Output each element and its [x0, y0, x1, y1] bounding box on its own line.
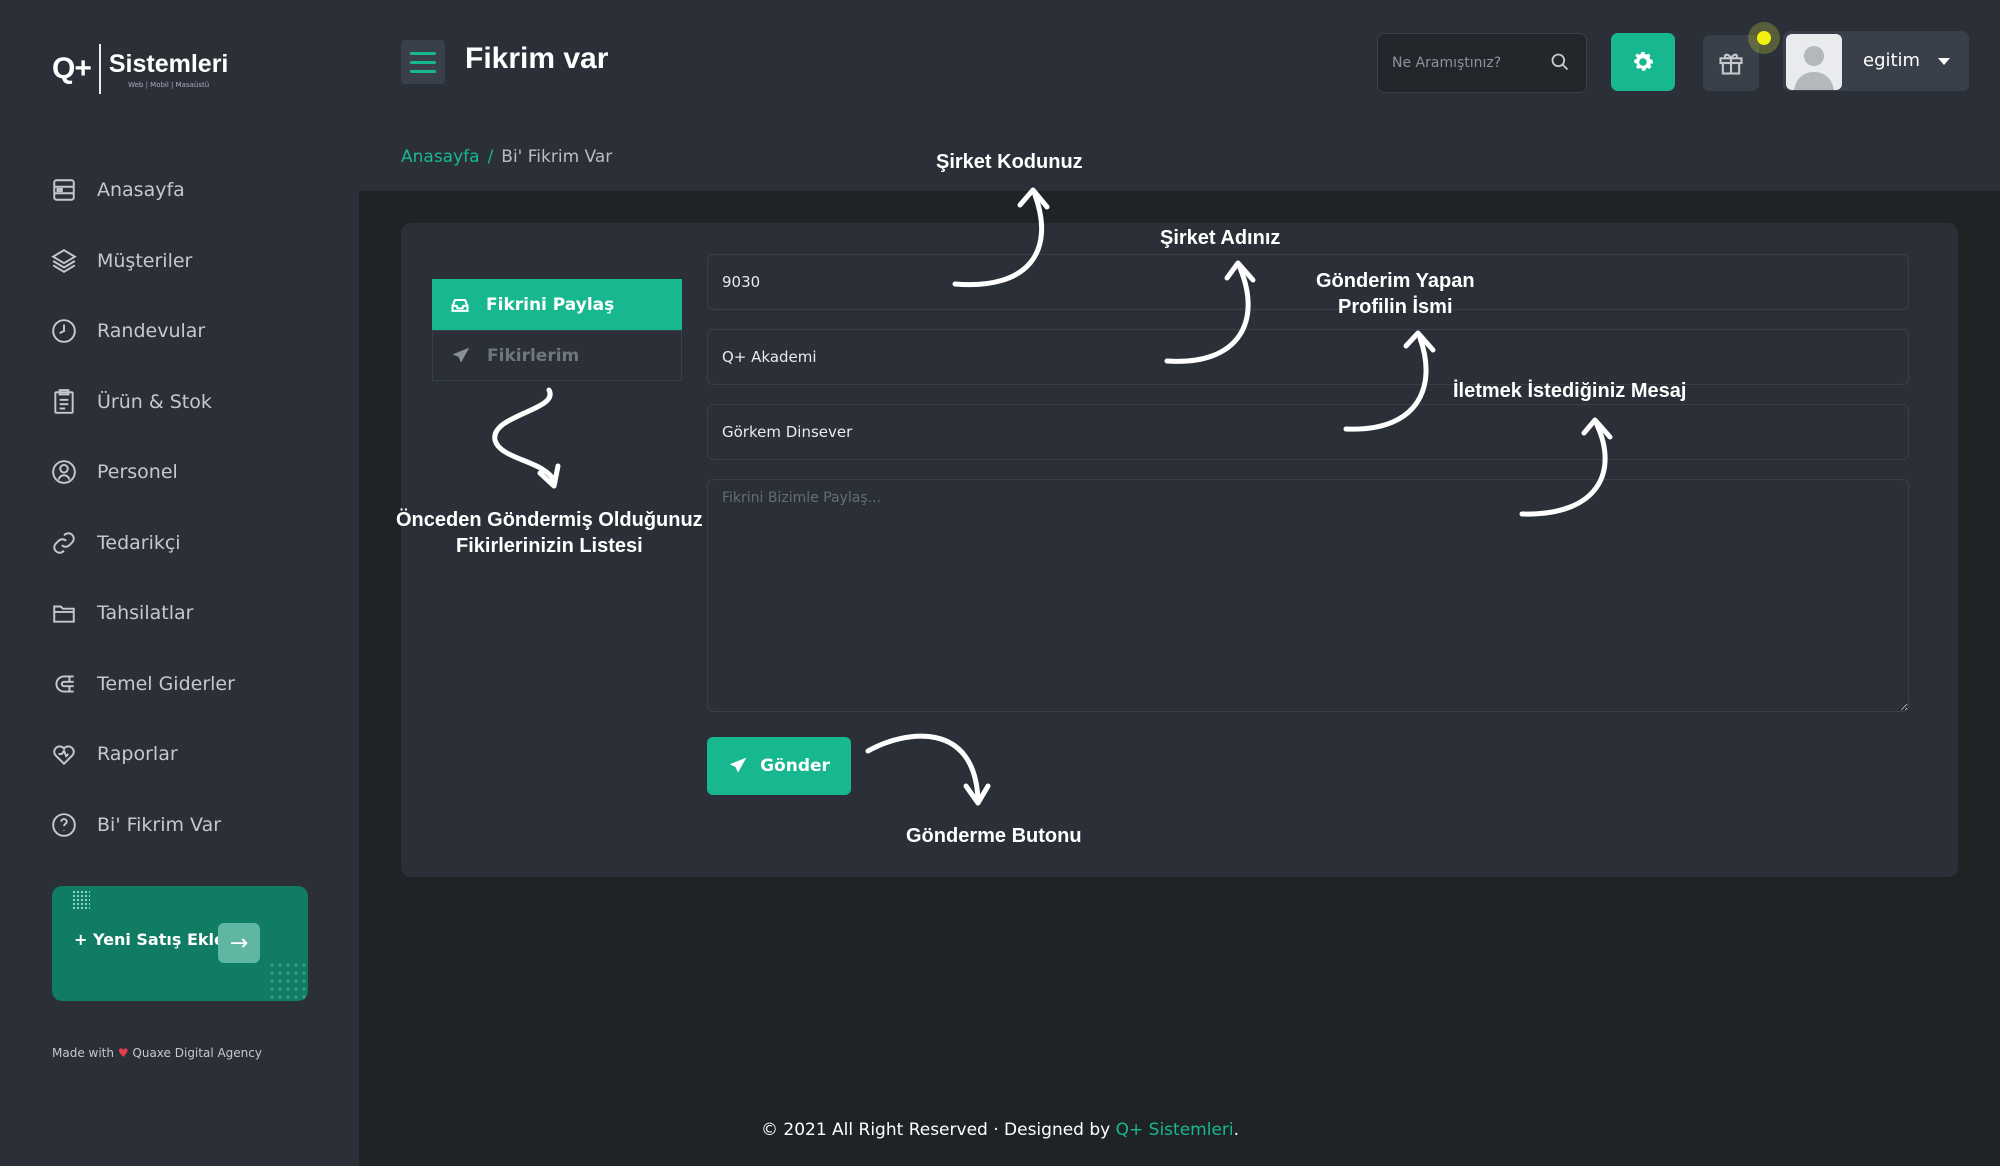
annotation-message: İletmek İstediğiniz Mesaj [1453, 380, 1687, 402]
avatar [1786, 34, 1842, 90]
sidebar-item-musteriler[interactable]: Müşteriler [50, 226, 235, 297]
company-code-field[interactable] [707, 254, 1909, 310]
sidebar-item-label: Temel Giderler [97, 672, 235, 695]
sidebar-item-label: Tedarikçi [97, 531, 181, 554]
annotation-company-name: Şirket Adınız [1160, 227, 1281, 249]
search-input[interactable] [1390, 51, 1544, 75]
sidebar-item-anasayfa[interactable]: Anasayfa [50, 155, 235, 226]
topbar: Fikrim var egitim [359, 0, 2000, 125]
caret-down-icon [1938, 58, 1950, 65]
footer-text: © 2021 All Right Reserved · Designed by [760, 1120, 1116, 1140]
sidebar-item-bi-fikrim-var[interactable]: Bi' Fikrim Var [50, 790, 235, 861]
sidebar-item-label: Personel [97, 461, 178, 484]
logo-subtitle: Web | Mobil | Masaüstü [128, 80, 210, 89]
sidebar-item-raporlar[interactable]: Raporlar [50, 719, 235, 790]
annotation-line: Gönderim Yapan [1316, 270, 1475, 292]
inbox-icon [451, 298, 469, 312]
page-title: Fikrim var [465, 42, 609, 75]
folder-icon [50, 599, 78, 627]
logo-mark: Q+ [52, 52, 92, 85]
message-textarea[interactable] [708, 480, 1908, 711]
annotation-list: Önceden Göndermiş Olduğunuz Fikirleriniz… [396, 507, 703, 559]
send-button[interactable]: Gönder [707, 737, 851, 795]
annotation-send: Gönderme Butonu [906, 825, 1082, 847]
layers-icon [50, 247, 78, 275]
breadcrumb-bar: Anasayfa / Bi' Fikrim Var [359, 125, 2000, 191]
tab-fikrini-paylas[interactable]: Fikrini Paylaş [432, 279, 682, 330]
user-name: egitim [1863, 50, 1921, 71]
notification-dot [1748, 22, 1780, 54]
clock-icon [50, 317, 78, 345]
search-icon[interactable] [1550, 52, 1570, 72]
company-name-input[interactable] [708, 330, 1908, 384]
breadcrumb-home-link[interactable]: Anasayfa [401, 147, 480, 167]
gear-icon [1634, 51, 1654, 71]
sidebar-item-label: Anasayfa [97, 179, 185, 202]
annotation-sender: Gönderim Yapan Profilin İsmi [1316, 268, 1475, 320]
sidebar-item-randevular[interactable]: Randevular [50, 296, 235, 367]
annotation-company-code: Şirket Kodunuz [936, 151, 1083, 173]
heart-icon [50, 740, 78, 768]
sidebar-item-label: Raporlar [97, 743, 178, 766]
annotation-line: Fikirlerinizin Listesi [455, 535, 643, 557]
clipboard-icon [50, 388, 78, 416]
sidebar-item-tedarikci[interactable]: Tedarikçi [50, 508, 235, 579]
send-icon [729, 757, 747, 773]
send-icon [452, 347, 470, 363]
sidebar-item-label: Müşteriler [97, 249, 193, 272]
magnet-icon [50, 670, 78, 698]
sidebar-item-personel[interactable]: Personel [50, 437, 235, 508]
sidebar-item-label: Bi' Fikrim Var [97, 813, 222, 836]
message-field[interactable] [707, 479, 1909, 712]
sidebar-item-temel-giderler[interactable]: Temel Giderler [50, 649, 235, 720]
tab-fikirlerim[interactable]: Fikirlerim [432, 330, 682, 381]
breadcrumb-current: Bi' Fikrim Var [501, 147, 613, 167]
breadcrumb: Anasayfa / Bi' Fikrim Var [401, 147, 612, 167]
user-circle-icon [50, 458, 78, 486]
footer: © 2021 All Right Reserved · Designed by … [0, 1120, 2000, 1140]
sidebar-item-label: Randevular [97, 320, 206, 343]
new-sale-label: + Yeni Satış Ekle [74, 930, 225, 949]
dashboard-icon [50, 176, 78, 204]
logo[interactable]: Q+ Sistemleri Web | Mobil | Masaüstü [52, 44, 228, 94]
footer-end: . [1233, 1120, 1240, 1140]
breadcrumb-separator: / [487, 147, 494, 167]
send-label: Gönder [760, 756, 830, 776]
logo-name: Sistemleri [108, 49, 229, 78]
sidebar-item-label: Tahsilatlar [97, 602, 194, 625]
company-name-field[interactable] [707, 329, 1909, 385]
logo-divider [98, 44, 101, 94]
tab-label: Fikirlerim [487, 345, 580, 366]
settings-button[interactable] [1611, 33, 1675, 91]
agency-name: Quaxe Digital Agency [132, 1046, 262, 1060]
sidebar-nav: Anasayfa Müşteriler Randevular Ürün & St… [50, 155, 235, 860]
help-circle-icon [50, 811, 78, 839]
sidebar-item-tahsilatlar[interactable]: Tahsilatlar [50, 578, 235, 649]
sidebar-item-label: Ürün & Stok [97, 390, 212, 413]
dots-pattern [72, 890, 90, 910]
idea-tabs: Fikrini Paylaş Fikirlerim [432, 279, 682, 381]
arrow-right-icon[interactable]: → [218, 923, 260, 963]
sidebar: Q+ Sistemleri Web | Mobil | Masaüstü Ana… [0, 0, 359, 1166]
hamburger-menu-icon[interactable] [401, 40, 445, 84]
search-box[interactable] [1377, 33, 1587, 93]
dots-pattern [268, 961, 308, 1001]
sidebar-item-urun-stok[interactable]: Ürün & Stok [50, 367, 235, 438]
sender-name-input[interactable] [708, 405, 1908, 459]
tab-label: Fikrini Paylaş [486, 294, 615, 315]
annotation-line: Önceden Göndermiş Olduğunuz [396, 509, 703, 531]
user-menu[interactable]: egitim [1783, 31, 1969, 91]
annotation-line: Profilin İsmi [1338, 296, 1453, 318]
new-sale-card[interactable]: + Yeni Satış Ekle → [52, 886, 308, 1001]
heart-icon: ♥ [117, 1046, 129, 1060]
link-icon [50, 529, 78, 557]
logo-text: Sistemleri Web | Mobil | Masaüstü [109, 50, 229, 89]
sender-name-field[interactable] [707, 404, 1909, 460]
company-code-input[interactable] [708, 255, 1908, 309]
made-with-credit: Made with ♥ Quaxe Digital Agency [52, 1046, 262, 1060]
gift-icon [1719, 53, 1743, 75]
made-prefix: Made with [52, 1046, 114, 1060]
footer-brand-link[interactable]: Q+ Sistemleri [1116, 1120, 1234, 1140]
